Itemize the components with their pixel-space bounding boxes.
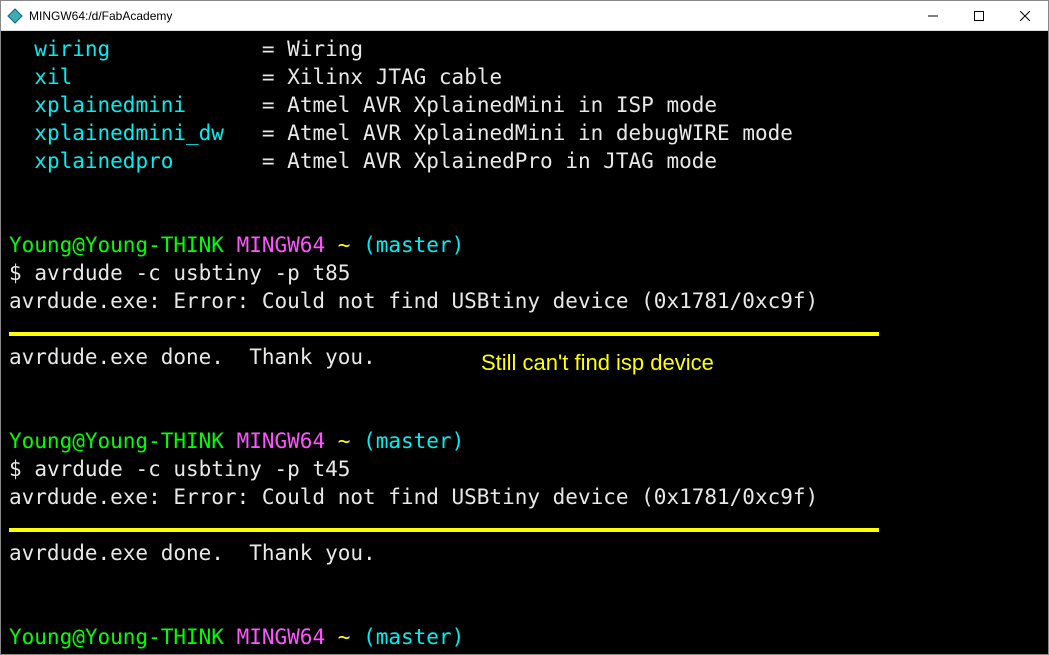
close-button[interactable] [1002,1,1048,30]
app-icon [7,8,23,24]
done-line: avrdude.exe done. Thank you. [9,541,376,565]
table-val: Wiring [287,37,363,61]
underline [9,528,879,532]
terminal-output[interactable]: wiring = Wiring xil = Xilinx JTAG cable … [1,31,1048,654]
maximize-button[interactable] [956,1,1002,30]
done-line: avrdude.exe done. Thank you. [9,345,376,369]
prompt-dir: ~ [338,625,351,649]
minimize-button[interactable] [910,1,956,30]
prompt-branch: (master) [363,429,464,453]
prompt-dollar: $ [9,653,22,654]
prompt-user: Young@Young-THINK [9,625,224,649]
error-line: avrdude.exe: Error: Could not find USBti… [9,485,818,509]
table-row: xplainedpro [9,149,249,173]
titlebar[interactable]: MINGW64:/d/FabAcademy [1,1,1048,31]
underline [9,332,879,336]
table-val: Atmel AVR XplainedMini in debugWIRE mode [287,121,793,145]
command-line: avrdude -c usbtiny -p t85 [34,261,350,285]
table-val: Atmel AVR XplainedPro in JTAG mode [287,149,717,173]
prompt-dir: ~ [338,233,351,257]
annotation: Still can't find isp device [481,349,714,377]
prompt-dollar: $ [9,261,22,285]
prompt-branch: (master) [363,233,464,257]
prompt-user: Young@Young-THINK [9,233,224,257]
prompt-env: MINGW64 [237,429,326,453]
table-row: wiring [9,37,249,61]
table-row: xil [9,65,249,89]
prompt-env: MINGW64 [237,233,326,257]
table-val: Atmel AVR XplainedMini in ISP mode [287,93,717,117]
command-line: avrdude -c usbtiny -p t45 [34,457,350,481]
prompt-user: Young@Young-THINK [9,429,224,453]
prompt-dir: ~ [338,429,351,453]
prompt-dollar: $ [9,457,22,481]
error-line: avrdude.exe: Error: Could not find USBti… [9,289,818,313]
window-controls [910,1,1048,30]
table-val: Xilinx JTAG cable [287,65,502,89]
prompt-branch: (master) [363,625,464,649]
window-title: MINGW64:/d/FabAcademy [29,9,910,23]
table-row: xplainedmini_dw [9,121,249,145]
prompt-env: MINGW64 [237,625,326,649]
table-row: xplainedmini [9,93,249,117]
